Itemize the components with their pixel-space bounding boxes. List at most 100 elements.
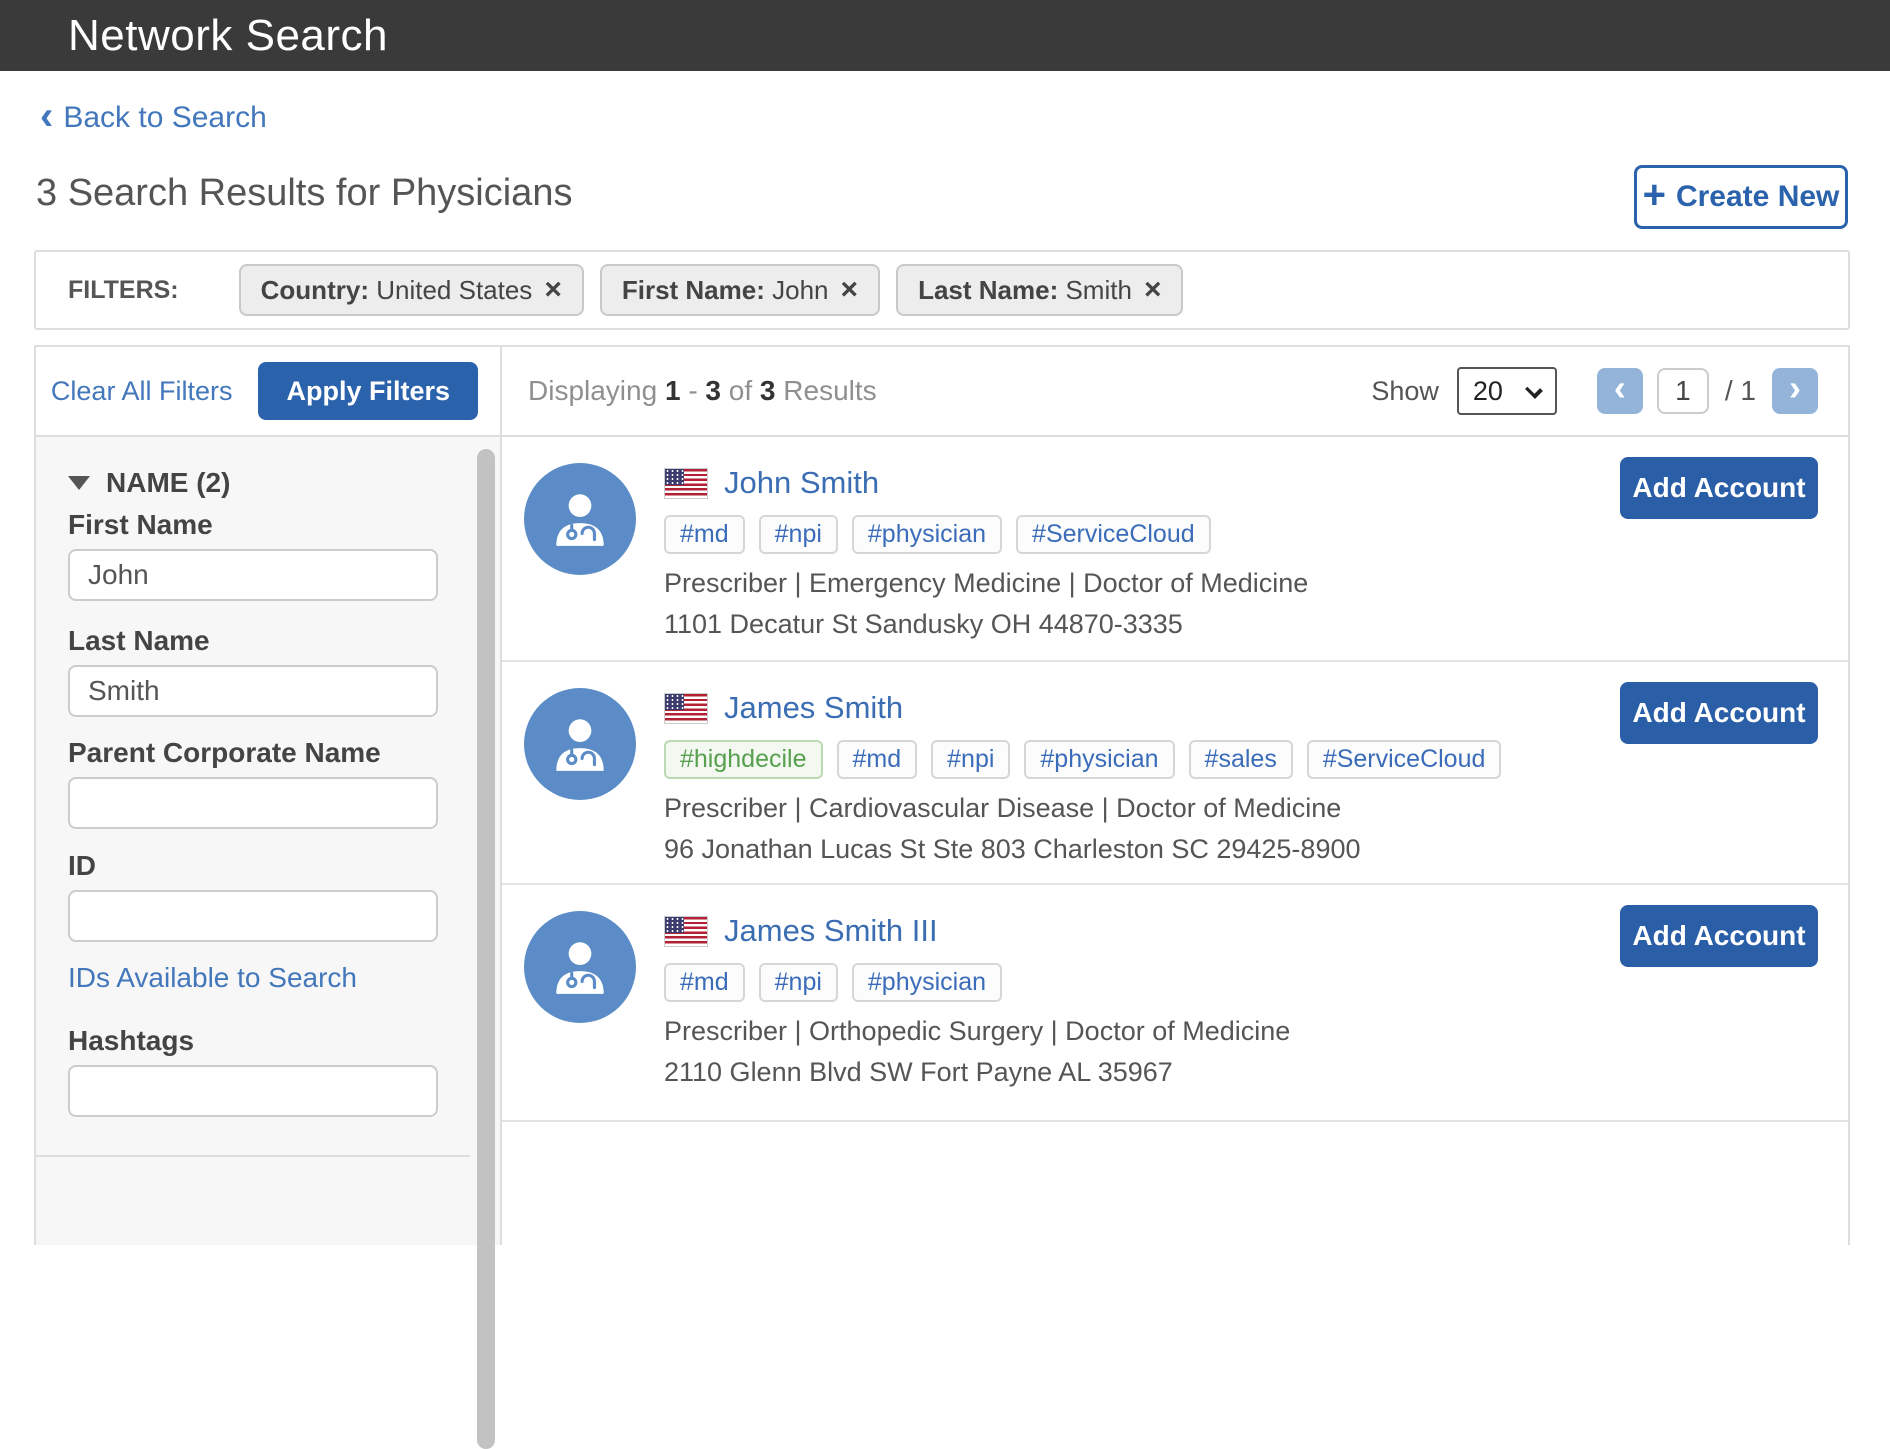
result-name-link[interactable]: James Smith III: [724, 913, 938, 949]
displaying-from: 1: [665, 375, 681, 406]
parent-corporate-name-label: Parent Corporate Name: [68, 737, 381, 769]
us-flag-icon: [664, 468, 708, 499]
chevron-prev-icon: ‹: [1614, 370, 1626, 406]
hashtag-chip[interactable]: #ServiceCloud: [1307, 740, 1502, 779]
hashtags-label: Hashtags: [68, 1025, 194, 1057]
hashtag-chip[interactable]: #md: [837, 740, 918, 779]
colon: :: [360, 275, 369, 306]
page-total-label: / 1: [1725, 375, 1756, 407]
first-name-label: First Name: [68, 509, 213, 541]
parent-corporate-name-input[interactable]: [68, 777, 438, 829]
show-label: Show: [1371, 376, 1439, 407]
us-flag-icon: [664, 916, 708, 947]
result-card: James Smith III #md #npi #physician Prescr…: [502, 885, 1848, 1122]
last-name-input[interactable]: [68, 665, 438, 717]
ids-available-link[interactable]: IDs Available to Search: [68, 962, 357, 994]
displaying-total: 3: [760, 375, 776, 406]
add-account-button[interactable]: Add Account: [1620, 457, 1818, 519]
active-filters-bar: FILTERS: Country: United States × First …: [34, 250, 1850, 330]
physician-avatar-icon: [524, 688, 636, 800]
first-name-input[interactable]: [68, 549, 438, 601]
app-title: Network Search: [68, 11, 388, 61]
result-name-row: James Smith III: [664, 911, 1290, 951]
result-name-link[interactable]: John Smith: [724, 465, 879, 501]
clear-all-filters-link[interactable]: Clear All Filters: [51, 376, 233, 407]
remove-filter-icon[interactable]: ×: [1144, 275, 1162, 305]
result-name-row: John Smith: [664, 463, 1308, 503]
physician-avatar-icon: [524, 463, 636, 575]
add-account-button[interactable]: Add Account: [1620, 682, 1818, 744]
filter-chip-list: Country: United States × First Name: Joh…: [239, 264, 1184, 316]
result-address: 96 Jonathan Lucas St Ste 803 Charleston …: [664, 834, 1501, 865]
result-description: Prescriber | Cardiovascular Disease | Do…: [664, 793, 1501, 824]
hashtags-input[interactable]: [68, 1065, 438, 1117]
remove-filter-icon[interactable]: ×: [544, 275, 562, 305]
filter-chip-last-name[interactable]: Last Name: Smith ×: [896, 264, 1183, 316]
apply-filters-button[interactable]: Apply Filters: [258, 362, 478, 420]
result-card-body: John Smith #md #npi #physician #ServiceClou…: [664, 463, 1308, 660]
hashtag-chip[interactable]: #sales: [1189, 740, 1293, 779]
hashtag-chip[interactable]: #physician: [852, 515, 1002, 554]
back-to-search-label: Back to Search: [63, 101, 266, 135]
result-card: James Smith #highdecile #md #npi #physician…: [502, 662, 1848, 885]
results-panel: Clear All Filters Apply Filters Displayi…: [34, 345, 1850, 1245]
page-number-input[interactable]: [1657, 368, 1709, 414]
physician-avatar-icon: [524, 911, 636, 1023]
result-description: Prescriber | Emergency Medicine | Doctor…: [664, 568, 1308, 599]
back-to-search-link[interactable]: ‹ Back to Search: [40, 101, 267, 135]
filter-chip-country[interactable]: Country: United States ×: [239, 264, 584, 316]
filter-chip-name: Last Name: [918, 275, 1050, 306]
results-list: John Smith #md #npi #physician #ServiceClou…: [502, 437, 1848, 1245]
displaying-to: 3: [705, 375, 721, 406]
displaying-word: Displaying: [528, 375, 657, 406]
create-new-label: Create New: [1676, 180, 1839, 214]
hashtag-chip[interactable]: #highdecile: [664, 740, 823, 779]
result-card-body: James Smith #highdecile #md #npi #physician…: [664, 688, 1501, 883]
hashtag-chip[interactable]: #physician: [1024, 740, 1174, 779]
displaying-dash: -: [688, 375, 697, 406]
sidebar-section-divider: [36, 1155, 470, 1157]
result-address: 1101 Decatur St Sandusky OH 44870-3335: [664, 609, 1308, 640]
name-section-toggle[interactable]: NAME (2): [68, 467, 230, 499]
displaying-of: of: [729, 375, 752, 406]
colon: :: [1050, 275, 1059, 306]
hashtag-chip[interactable]: #physician: [852, 963, 1002, 1002]
filter-chip-value: Smith: [1065, 275, 1131, 306]
filter-chip-name: Country: [261, 275, 361, 306]
hashtag-chip[interactable]: #npi: [759, 963, 838, 1002]
pagination-prev-button[interactable]: ‹: [1597, 368, 1643, 414]
displaying-results-word: Results: [783, 375, 876, 406]
hashtag-chip[interactable]: #md: [664, 515, 745, 554]
hashtag-chip[interactable]: #npi: [931, 740, 1010, 779]
collapse-triangle-icon: [68, 476, 90, 490]
colon: :: [756, 275, 765, 306]
id-label: ID: [68, 850, 96, 882]
last-name-label: Last Name: [68, 625, 210, 657]
create-new-button[interactable]: + Create New: [1634, 165, 1848, 229]
filters-label: FILTERS:: [68, 276, 179, 305]
filter-chip-first-name[interactable]: First Name: John ×: [600, 264, 880, 316]
plus-icon: +: [1643, 173, 1666, 218]
chevron-down-icon: [1525, 381, 1543, 399]
hashtag-chip[interactable]: #npi: [759, 515, 838, 554]
result-name-row: James Smith: [664, 688, 1501, 728]
result-card-body: James Smith III #md #npi #physician Prescr…: [664, 911, 1290, 1120]
chevron-left-icon: ‹: [40, 101, 53, 131]
filter-actions: Clear All Filters Apply Filters: [36, 347, 502, 435]
add-account-button[interactable]: Add Account: [1620, 905, 1818, 967]
pagination-next-button[interactable]: ›: [1772, 368, 1818, 414]
hashtag-chip[interactable]: #md: [664, 963, 745, 1002]
remove-filter-icon[interactable]: ×: [841, 275, 859, 305]
us-flag-icon: [664, 693, 708, 724]
filter-chip-value: United States: [376, 275, 532, 306]
id-input[interactable]: [68, 890, 438, 942]
hashtag-chip[interactable]: #ServiceCloud: [1016, 515, 1211, 554]
sidebar-scrollbar-thumb[interactable]: [477, 449, 495, 1449]
content-row: NAME (2) First Name Last Name Parent Cor…: [36, 437, 1848, 1245]
result-name-link[interactable]: James Smith: [724, 690, 903, 726]
page-size-select[interactable]: 20: [1457, 367, 1557, 415]
result-address: 2110 Glenn Blvd SW Fort Payne AL 35967: [664, 1057, 1290, 1088]
results-controls: Displaying 1 - 3 of 3 Results Show 20 ‹ …: [502, 347, 1848, 435]
result-description: Prescriber | Orthopedic Surgery | Doctor…: [664, 1016, 1290, 1047]
result-card: John Smith #md #npi #physician #ServiceClou…: [502, 437, 1848, 662]
